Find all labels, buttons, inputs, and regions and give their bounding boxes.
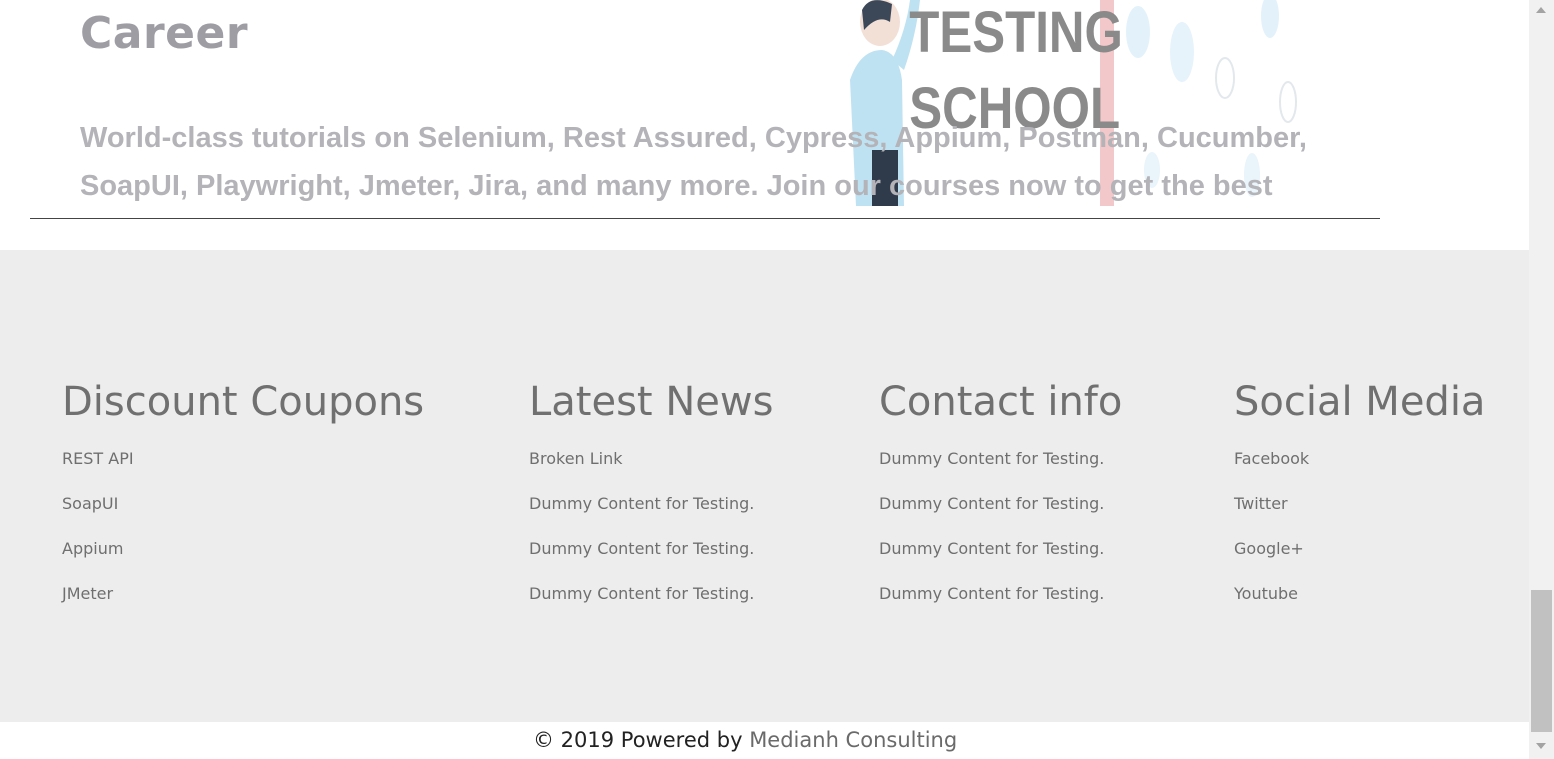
footer-heading: Latest News [529,379,774,425]
footer-link-jmeter[interactable]: JMeter [62,584,113,603]
footer-link-rest-api[interactable]: REST API [62,449,134,468]
footer-link-contact[interactable]: Dummy Content for Testing. [879,494,1104,513]
footer-link-soapui[interactable]: SoapUI [62,494,118,513]
footer-link-twitter[interactable]: Twitter [1234,494,1288,513]
copyright-text: © 2019 Powered by Medianh Consulting [533,728,957,752]
footer-link-youtube[interactable]: Youtube [1234,584,1298,603]
copyright-bar: © 2019 Powered by Medianh Consulting [0,722,1529,759]
career-heading: Career [80,8,249,59]
footer-column-social-media: Social Media Facebook Twitter Google+ Yo… [1234,378,1485,630]
footer-link-facebook[interactable]: Facebook [1234,449,1309,468]
company-link[interactable]: Medianh Consulting [749,728,957,752]
footer-link-contact[interactable]: Dummy Content for Testing. [879,539,1104,558]
footer-link-contact[interactable]: Dummy Content for Testing. [879,584,1104,603]
footer: Discount Coupons REST API SoapUI Appium … [0,250,1529,722]
footer-link-broken-link[interactable]: Broken Link [529,449,623,468]
footer-heading: Discount Coupons [62,379,425,425]
footer-column-discount-coupons: Discount Coupons REST API SoapUI Appium … [62,378,424,630]
footer-heading: Social Media [1234,379,1486,425]
footer-link-news[interactable]: Dummy Content for Testing. [529,539,754,558]
page-scroll-thumb[interactable] [1531,590,1552,732]
scroll-down-arrow-icon[interactable] [1536,743,1546,749]
footer-column-latest-news: Latest News Broken Link Dummy Content fo… [529,378,773,630]
footer-heading: Contact info [879,379,1123,425]
embedded-frame: TESTING SCHOOL Career World-class tutori… [30,0,1376,206]
divider [30,218,1380,219]
career-description: World-class tutorials on Selenium, Rest … [80,122,1307,202]
footer-column-contact-info: Contact info Dummy Content for Testing. … [879,378,1122,630]
footer-link-appium[interactable]: Appium [62,539,123,558]
footer-link-news[interactable]: Dummy Content for Testing. [529,584,754,603]
footer-link-news[interactable]: Dummy Content for Testing. [529,494,754,513]
illustration-text-testing: TESTING [909,0,1123,65]
footer-link-google-plus[interactable]: Google+ [1234,539,1304,558]
embedded-section: TESTING SCHOOL Career World-class tutori… [0,0,1529,250]
copyright-prefix: © 2019 Powered by [533,728,750,752]
scroll-up-arrow-icon[interactable] [1536,7,1546,13]
footer-link-contact[interactable]: Dummy Content for Testing. [879,449,1104,468]
